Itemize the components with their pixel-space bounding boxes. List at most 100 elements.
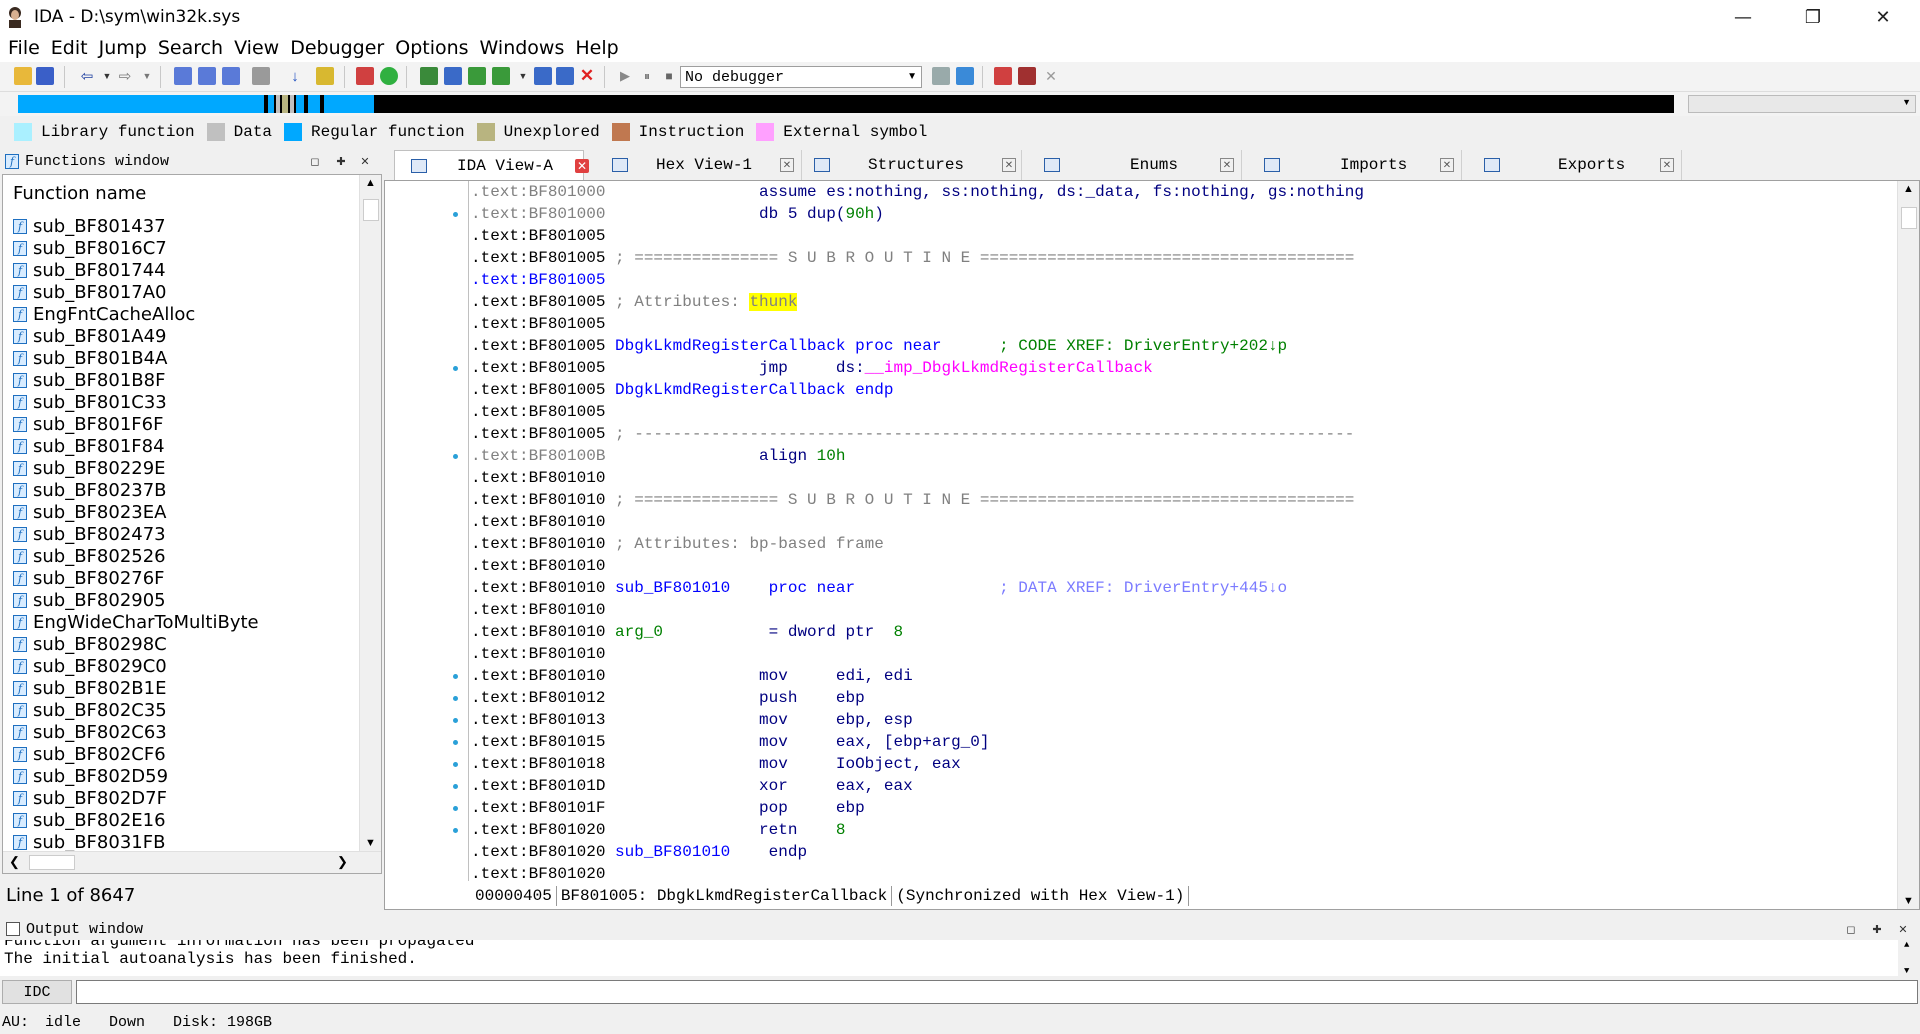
edit-icon[interactable] (556, 67, 574, 85)
float-icon[interactable]: ◻ (308, 154, 322, 168)
disasm-line[interactable]: .text:BF801010 (471, 511, 1881, 533)
close-button[interactable]: ✕ (1848, 0, 1918, 34)
back-icon[interactable]: ⇦ (78, 67, 96, 85)
menu-options[interactable]: Options (395, 37, 468, 59)
menu-file[interactable]: File (8, 37, 40, 59)
scroll-down-icon[interactable]: ▼ (365, 837, 376, 849)
close-icon[interactable]: ✕ (1896, 922, 1910, 936)
disasm-line[interactable]: .text:BF801010 arg_0 = dword ptr 8 (471, 621, 1881, 643)
stop-icon[interactable]: ■ (660, 67, 678, 85)
debugger-select[interactable]: No debugger ▼ (680, 66, 922, 88)
minimize-button[interactable]: — (1708, 0, 1778, 34)
disasm-line[interactable]: .text:BF80100B align 10h (471, 445, 1881, 467)
disasm-line[interactable]: .text:BF801010 (471, 555, 1881, 577)
search-immediate-icon[interactable] (222, 67, 240, 85)
scroll-down-icon[interactable]: ▼ (1903, 895, 1914, 907)
vertical-scrollbar[interactable]: ▲ ▼ (1897, 181, 1919, 909)
function-list-item[interactable]: f sub_BF80237B (13, 479, 353, 501)
code-icon[interactable] (420, 67, 438, 85)
attach-icon[interactable] (932, 67, 950, 85)
scroll-up-icon[interactable]: ▲ (1903, 183, 1914, 195)
function-list-item[interactable]: f sub_BF802905 (13, 589, 353, 611)
tab-close-icon[interactable]: ✕ (575, 159, 589, 173)
vertical-scrollbar[interactable]: ▲ ▼ (359, 175, 381, 851)
function-list-item[interactable]: f sub_BF802E16 (13, 809, 353, 831)
search-binary-icon[interactable] (198, 67, 216, 85)
disasm-line[interactable]: .text:BF801012 push ebp (471, 687, 1881, 709)
breakpoint-list-icon[interactable] (994, 67, 1012, 85)
disasm-line[interactable]: .text:BF801018 mov IoObject, eax (471, 753, 1881, 775)
function-list-item[interactable]: f sub_BF802526 (13, 545, 353, 567)
disasm-line[interactable]: .text:BF801005 (471, 269, 1881, 291)
function-list-item[interactable]: f sub_BF8016C7 (13, 237, 353, 259)
function-list-item[interactable]: f sub_BF8023EA (13, 501, 353, 523)
tab-close-icon[interactable]: ✕ (1002, 158, 1016, 172)
scroll-left-icon[interactable]: ❮ (9, 854, 20, 870)
undefine-icon[interactable]: ✕ (578, 66, 596, 85)
rename-icon[interactable] (316, 67, 334, 85)
function-list-item[interactable]: f EngFntCacheAlloc (13, 303, 353, 325)
function-list-item[interactable]: f sub_BF802C63 (13, 721, 353, 743)
scroll-up-icon[interactable]: ▲ (1904, 940, 1909, 950)
menu-edit[interactable]: Edit (51, 37, 88, 59)
menu-jump[interactable]: Jump (99, 37, 147, 59)
disasm-line[interactable]: .text:BF801005 jmp ds:__imp_DbgkLkmdRegi… (471, 357, 1881, 379)
disasm-line[interactable]: .text:BF801005 ; -----------------------… (471, 423, 1881, 445)
menu-help[interactable]: Help (575, 37, 618, 59)
tab-hex-view-1[interactable]: Hex View-1 ✕ (602, 150, 802, 180)
disasm-line[interactable]: .text:BF801010 (471, 599, 1881, 621)
menu-debugger[interactable]: Debugger (290, 37, 384, 59)
add-breakpoint-icon[interactable] (1018, 67, 1036, 85)
maximize-button[interactable]: ❐ (1778, 0, 1848, 34)
function-list-item[interactable]: f sub_BF80229E (13, 457, 353, 479)
float-icon[interactable]: ◻ (1844, 922, 1858, 936)
disasm-line[interactable]: .text:BF801005 DbgkLkmdRegisterCallback … (471, 335, 1881, 357)
column-header-function-name[interactable]: Function name (13, 183, 146, 204)
menu-search[interactable]: Search (158, 37, 223, 59)
function-list-item[interactable]: f sub_BF80276F (13, 567, 353, 589)
jump-down-icon[interactable]: ↓ (286, 67, 304, 85)
function-list-item[interactable]: f sub_BF802473 (13, 523, 353, 545)
function-list-item[interactable]: f sub_BF802D7F (13, 787, 353, 809)
disasm-line[interactable]: .text:BF801000 db 5 dup(90h) (471, 203, 1881, 225)
function-list-item[interactable]: f sub_BF802C35 (13, 699, 353, 721)
tab-enums[interactable]: Enums ✕ (1024, 150, 1242, 180)
disasm-line[interactable]: .text:BF801020 sub_BF801010 endp (471, 841, 1881, 863)
functions-list[interactable]: Function name f sub_BF801437 f sub_BF8016C7… (2, 174, 382, 874)
back-dropdown-icon[interactable]: ▼ (98, 67, 116, 85)
function-list-item[interactable]: f sub_BF801F6F (13, 413, 353, 435)
scroll-thumb[interactable] (29, 855, 75, 870)
function-list-item[interactable]: f sub_BF801437 (13, 215, 353, 237)
disasm-line[interactable]: .text:BF801010 (471, 467, 1881, 489)
function-list-item[interactable]: f sub_BF802B1E (13, 677, 353, 699)
graph-icon[interactable] (356, 67, 374, 85)
disasm-line[interactable]: .text:BF801020 retn 8 (471, 819, 1881, 841)
function-list-item[interactable]: f sub_BF802D59 (13, 765, 353, 787)
disasm-line[interactable]: .text:BF801000 assume es:nothing, ss:not… (471, 181, 1881, 203)
disasm-line[interactable]: .text:BF80101D xor eax, eax (471, 775, 1881, 797)
function-list-item[interactable]: f sub_BF801A49 (13, 325, 353, 347)
disasm-line[interactable]: .text:BF801005 ; Attributes: thunk (471, 291, 1881, 313)
struct-icon[interactable] (534, 67, 552, 85)
tab-close-icon[interactable]: ✕ (1440, 158, 1454, 172)
scroll-down-icon[interactable]: ▼ (1904, 966, 1909, 976)
disasm-line[interactable]: .text:BF801010 (471, 643, 1881, 665)
disasm-line[interactable]: .text:BF801005 DbgkLkmdRegisterCallback … (471, 379, 1881, 401)
disasm-line[interactable]: .text:BF801010 mov edi, edi (471, 665, 1881, 687)
output-scrollbar[interactable]: ▲ ▼ (1898, 940, 1920, 976)
function-list-item[interactable]: f sub_BF801B8F (13, 369, 353, 391)
search-text-icon[interactable] (174, 67, 192, 85)
menu-view[interactable]: View (234, 37, 279, 59)
search-icon[interactable] (252, 67, 270, 85)
disasm-line[interactable]: .text:BF801010 sub_BF801010 proc near ; … (471, 577, 1881, 599)
disassembly-listing[interactable]: .text:BF801000 assume es:nothing, ss:not… (471, 181, 1881, 881)
function-list-item[interactable]: f sub_BF801B4A (13, 347, 353, 369)
disassembly-view[interactable]: .text:BF801000 assume es:nothing, ss:not… (384, 180, 1920, 910)
disasm-line[interactable]: .text:BF801020 (471, 863, 1881, 881)
function-list-item[interactable]: f sub_BF8017A0 (13, 281, 353, 303)
disasm-line[interactable]: .text:BF80101F pop ebp (471, 797, 1881, 819)
add-icon[interactable] (468, 67, 486, 85)
tab-close-icon[interactable]: ✕ (1220, 158, 1234, 172)
function-list-item[interactable]: f sub_BF802CF6 (13, 743, 353, 765)
function-list-item[interactable]: f sub_BF801744 (13, 259, 353, 281)
